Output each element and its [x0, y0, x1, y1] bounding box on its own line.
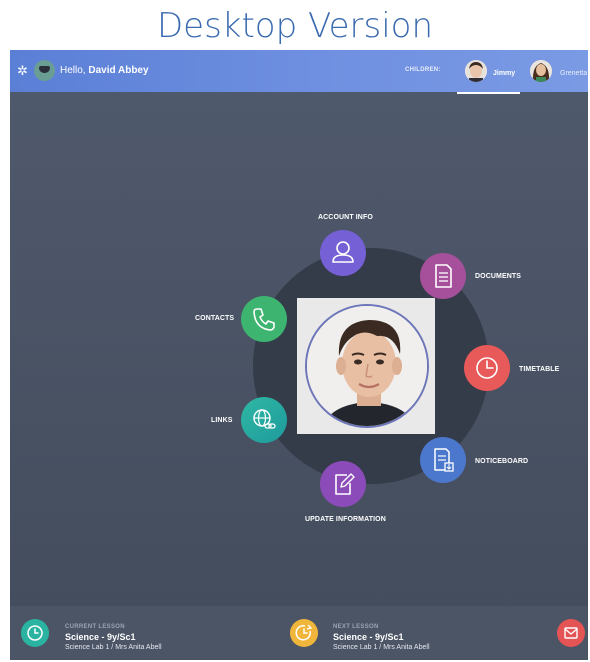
noticeboard-button[interactable] — [420, 437, 466, 483]
notice-download-icon — [434, 448, 454, 472]
documents-label[interactable]: DOCUMENTS — [475, 273, 521, 280]
child-avatar — [530, 60, 552, 82]
child-tab-jimmy[interactable]: Jimmy — [457, 57, 520, 94]
current-lesson-title: Science - 9y/Sc1 — [65, 632, 136, 642]
user-name: David Abbey — [88, 65, 149, 76]
timetable-button[interactable] — [464, 345, 510, 391]
update-information-button[interactable] — [320, 461, 366, 507]
mail-icon[interactable] — [557, 619, 585, 647]
user-icon — [332, 241, 354, 263]
phone-icon — [253, 308, 275, 331]
children-label: CHILDREN: — [405, 67, 441, 73]
current-lesson-subtitle: Science Lab 1 / Mrs Anita Abell — [65, 644, 162, 651]
gear-icon[interactable]: ✲ — [17, 64, 30, 77]
links-button[interactable] — [241, 397, 287, 443]
greeting: Hello, David Abbey — [60, 65, 149, 76]
links-label[interactable]: LINKS — [211, 417, 233, 424]
contacts-label[interactable]: CONTACTS — [195, 315, 234, 322]
clock-icon — [476, 357, 498, 379]
student-photo — [305, 304, 429, 428]
globe-link-icon — [253, 409, 276, 429]
account-info-label[interactable]: ACCOUNT INFO — [318, 214, 373, 221]
next-lesson-title: Science - 9y/Sc1 — [333, 632, 404, 642]
top-bar: ✲ Hello, David Abbey CHILDREN: Jimmy Gre… — [10, 50, 588, 94]
edit-icon — [335, 473, 355, 495]
next-lesson-subtitle: Science Lab 1 / Mrs Anita Abell — [333, 644, 430, 651]
current-lesson-kicker: CURRENT LESSON — [65, 624, 125, 630]
child-avatar — [465, 60, 487, 82]
page-title: Desktop Version — [156, 6, 434, 46]
child-name: Grenetta — [560, 70, 588, 77]
child-name: Jimmy — [493, 70, 516, 77]
graduation-cap-icon — [34, 60, 55, 81]
app-window: ✲ Hello, David Abbey CHILDREN: Jimmy Gre… — [10, 50, 588, 660]
lesson-bar: CURRENT LESSON Science - 9y/Sc1 Science … — [10, 606, 588, 660]
update-information-label[interactable]: UPDATE INFORMATION — [305, 516, 386, 523]
next-lesson-clock-forward-icon[interactable] — [290, 619, 318, 647]
current-lesson-clock-icon[interactable] — [21, 619, 49, 647]
next-lesson-kicker: NEXT LESSON — [333, 624, 379, 630]
document-icon — [435, 264, 452, 288]
student-portrait — [297, 298, 435, 434]
child-tab-grenetta[interactable]: Grenetta — [530, 57, 588, 85]
noticeboard-label[interactable]: NOTICEBOARD — [475, 458, 528, 465]
documents-button[interactable] — [420, 253, 466, 299]
account-info-button[interactable] — [320, 230, 366, 276]
timetable-label[interactable]: TIMETABLE — [519, 366, 559, 373]
greeting-prefix: Hello, — [60, 65, 89, 76]
contacts-button[interactable] — [241, 296, 287, 342]
